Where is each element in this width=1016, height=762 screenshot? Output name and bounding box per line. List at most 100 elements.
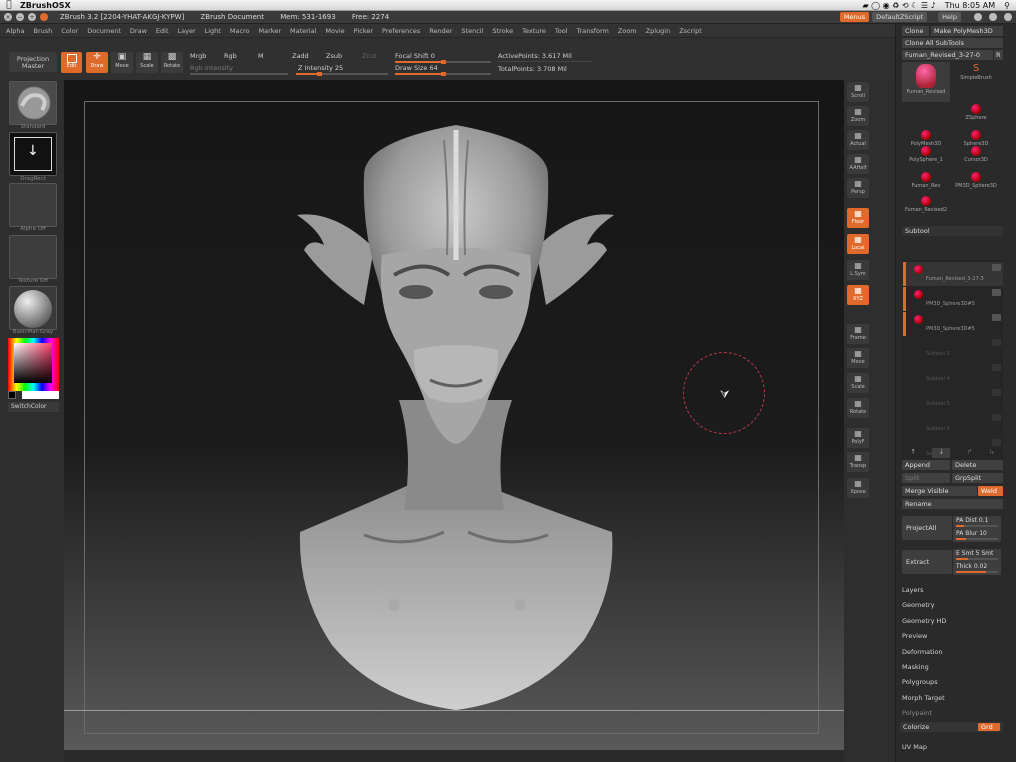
secondary-color-swatch[interactable] <box>8 391 16 399</box>
make-polymesh-button[interactable]: Make PolyMesh3D <box>931 26 1003 36</box>
eye-icon[interactable] <box>992 389 1001 396</box>
color-picker[interactable] <box>8 338 59 391</box>
eye-icon[interactable] <box>992 264 1001 271</box>
app-name[interactable]: ZBrushOSX <box>20 1 71 10</box>
view-rotate-button[interactable]: ▦ Rotate <box>847 398 869 418</box>
subtool-item[interactable]: Subtool 6 <box>906 412 1003 436</box>
grp-split-button[interactable]: GrpSplit <box>952 473 1003 483</box>
view-aahalf-button[interactable]: ▦ AAHalf <box>847 154 869 174</box>
arrow-down-icon[interactable]: ↓ <box>932 448 951 458</box>
view-actual-button[interactable]: ▦ Actual <box>847 130 869 150</box>
section-polygroups[interactable]: Polygroups <box>902 678 938 686</box>
menus-button[interactable]: Menus <box>839 12 870 22</box>
m-button[interactable]: M <box>258 52 264 60</box>
window-icon[interactable] <box>40 13 48 21</box>
section-morph-target[interactable]: Morph Target <box>902 694 945 702</box>
view-move-button[interactable]: ▦ Move <box>847 348 869 368</box>
project-all-button[interactable]: ProjectAll <box>902 516 952 540</box>
section-masking[interactable]: Masking <box>902 663 929 671</box>
menu-color[interactable]: Color <box>61 27 78 35</box>
view-zoom-button[interactable]: ▦ Zoom <box>847 106 869 126</box>
focal-shift-knob[interactable] <box>441 60 446 64</box>
rgb-intensity-track[interactable] <box>190 73 288 75</box>
menu-marker[interactable]: Marker <box>259 27 281 35</box>
tool-thumb[interactable]: S SimpleBrush <box>952 62 1000 88</box>
zadd-button[interactable]: Zadd <box>292 52 309 60</box>
eye-icon[interactable] <box>992 289 1001 296</box>
menu-preferences[interactable]: Preferences <box>382 27 420 35</box>
section-geometry-hd[interactable]: Geometry HD <box>902 617 946 625</box>
section-layers[interactable]: Layers <box>902 586 924 594</box>
thick-slider[interactable]: Thick 0.02 <box>953 562 1001 575</box>
help-button[interactable]: Help <box>938 12 961 22</box>
subtool-item[interactable]: Subtool 3 <box>906 337 1003 361</box>
delete-button[interactable]: Delete <box>952 460 1003 470</box>
tool-thumb[interactable]: PM3D_Sphere3D <box>952 170 1000 196</box>
arrow-up-alt-icon[interactable]: ↱ <box>967 448 973 458</box>
view-frame-button[interactable]: ▦ Frame <box>847 324 869 344</box>
stroke-thumbnail[interactable]: ↓ <box>9 132 57 176</box>
uv-map-section[interactable]: UV Map <box>902 743 927 751</box>
pa-dist-slider[interactable]: PA Dist 0.1 <box>953 516 1001 529</box>
menu-picker[interactable]: Picker <box>354 27 373 35</box>
grd-button[interactable]: Grd <box>978 723 1000 731</box>
view-persp-button[interactable]: ▦ Persp <box>847 178 869 198</box>
pa-blur-slider[interactable]: PA Blur 10 <box>953 529 1001 542</box>
split-button[interactable]: Split <box>902 473 950 483</box>
apple-icon[interactable]:  <box>0 0 18 10</box>
view-scroll-button[interactable]: ▦ Scroll <box>847 82 869 102</box>
menu-tool[interactable]: Tool <box>555 27 568 35</box>
eye-icon[interactable] <box>992 414 1001 421</box>
status-icons[interactable]: ▰ ◯ ◉ ♻ ⟲ ☾ ☰ ♪ <box>862 1 935 10</box>
view-transp-button[interactable]: ▦ Transp <box>847 452 869 472</box>
draw-size-track[interactable] <box>395 72 491 76</box>
view-polyf-button[interactable]: ▦ PolyF <box>847 428 869 448</box>
z-intensity-knob[interactable] <box>317 72 322 76</box>
texture-thumbnail[interactable] <box>9 235 57 279</box>
draw-size-knob[interactable] <box>441 72 446 76</box>
brush-thumbnail[interactable] <box>9 81 57 125</box>
z-intensity-track[interactable] <box>296 72 388 76</box>
subtool-item[interactable]: PM3D_Sphere3D#5 <box>903 312 1003 336</box>
clone-all-subtools-button[interactable]: Clone All SubTools <box>902 38 1003 48</box>
edit-button[interactable]: Edit <box>61 52 82 73</box>
zcut-button[interactable]: Zcut <box>362 52 377 60</box>
alpha-thumbnail[interactable] <box>9 183 57 227</box>
menu-brush[interactable]: Brush <box>33 27 52 35</box>
tool-thumb[interactable]: Fuman_Rev <box>902 170 950 196</box>
menu-transform[interactable]: Transform <box>577 27 609 35</box>
scale-button[interactable]: ▦ Scale <box>136 52 158 73</box>
subtool-header[interactable]: Subtool <box>902 226 1003 236</box>
tool-r-button[interactable]: R <box>994 50 1003 60</box>
view-local-button[interactable]: ▦ Local <box>847 234 869 254</box>
move-button[interactable]: ▣ Move <box>111 52 133 73</box>
section-deformation[interactable]: Deformation <box>902 648 943 656</box>
close-icon[interactable]: × <box>4 13 12 21</box>
tool-thumb[interactable]: Fuman_Revised2 <box>902 194 950 220</box>
tool-thumb[interactable]: PolySphere_1 <box>902 144 950 170</box>
zsub-button[interactable]: Zsub <box>326 52 342 60</box>
tool-thumb[interactable]: Fuman_Revised <box>902 62 950 102</box>
switch-color-button[interactable]: SwitchColor <box>8 402 59 412</box>
subtool-item[interactable]: Subtool 4 <box>906 362 1003 386</box>
menu-stencil[interactable]: Stencil <box>461 27 483 35</box>
menu-zplugin[interactable]: Zplugin <box>646 27 671 35</box>
tool-thumb[interactable]: ZSphere <box>952 102 1000 128</box>
view-l-sym-button[interactable]: ▦ L.Sym <box>847 260 869 280</box>
menu-document[interactable]: Document <box>87 27 121 35</box>
arrow-up-icon[interactable]: ↑ <box>910 448 916 458</box>
menu-light[interactable]: Light <box>205 27 221 35</box>
menu-macro[interactable]: Macro <box>230 27 250 35</box>
eye-icon[interactable] <box>992 364 1001 371</box>
extract-button[interactable]: Extract <box>902 550 952 574</box>
subtool-item[interactable]: PM3D_Sphere3D#5 <box>903 287 1003 311</box>
spotlight-icon[interactable]: ⚲ <box>1004 1 1010 10</box>
view-floor-button[interactable]: ▦ Floor <box>847 208 869 228</box>
menu-zoom[interactable]: Zoom <box>618 27 637 35</box>
e-smt-slider[interactable]: E Smt 5 Smt <box>953 549 1001 562</box>
material-thumbnail[interactable] <box>9 286 57 330</box>
view-xpose-button[interactable]: ▦ Xpose <box>847 478 869 498</box>
merge-visible-button[interactable]: Merge Visible <box>902 486 977 496</box>
view-xyz-button[interactable]: ▦ XYZ <box>847 285 869 305</box>
draw-button[interactable]: ✛ Draw <box>86 52 108 73</box>
